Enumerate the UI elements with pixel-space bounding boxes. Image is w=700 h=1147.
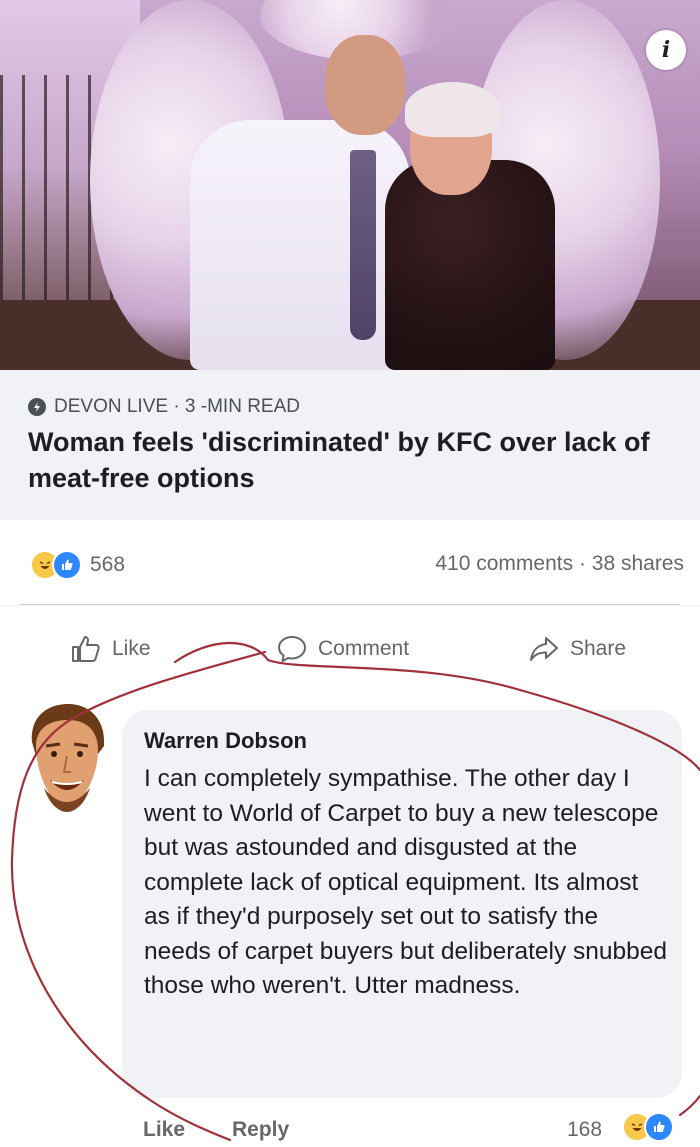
comment-reaction-count[interactable]: 168 <box>567 1118 602 1142</box>
post-actions: Like Comment Share <box>0 606 700 690</box>
comment-icon <box>278 636 306 662</box>
article-headline[interactable]: Woman feels 'discriminated' by KFC over … <box>28 424 678 496</box>
comment-text: I can completely sympathise. The other d… <box>144 765 668 999</box>
post-stats: 568 410 comments · 38 shares <box>0 520 700 605</box>
comment-label: Comment <box>318 637 410 660</box>
comment-reaction-icons <box>622 1112 674 1142</box>
article-source: DEVON LIVE · 3 -MIN READ <box>28 396 300 418</box>
comment-like-button[interactable]: Like <box>143 1118 185 1142</box>
man-tie <box>350 150 376 340</box>
stats-divider <box>20 604 680 605</box>
reaction-summary[interactable]: 568 <box>30 550 125 580</box>
share-label: Share <box>570 637 627 660</box>
comment-button[interactable]: Comment <box>276 634 409 664</box>
like-button[interactable]: Like <box>70 634 151 664</box>
like-reaction-icon <box>52 550 82 580</box>
comment-reply-button[interactable]: Reply <box>232 1118 289 1142</box>
avatar[interactable] <box>24 702 108 814</box>
share-arrow-icon <box>530 637 558 661</box>
comment-section: Warren Dobson I can completely sympathis… <box>0 690 700 1147</box>
comment-author[interactable]: Warren Dobson <box>144 728 307 754</box>
like-reaction-icon <box>644 1112 674 1142</box>
share-button[interactable]: Share <box>528 634 626 664</box>
info-icon[interactable]: i <box>646 30 686 70</box>
source-text: DEVON LIVE · 3 -MIN READ <box>54 396 300 417</box>
woman-hair <box>405 82 500 137</box>
like-label: Like <box>112 637 151 660</box>
man-head <box>325 35 405 135</box>
link-preview[interactable]: DEVON LIVE · 3 -MIN READ Woman feels 'di… <box>0 370 700 520</box>
reaction-count: 568 <box>90 553 126 576</box>
woman-figure <box>385 160 555 370</box>
man-figure <box>190 120 410 370</box>
source-icon <box>28 398 46 416</box>
post-photo[interactable]: i <box>0 0 700 370</box>
thumbs-up-icon <box>72 636 100 662</box>
comment-bubble: Warren Dobson I can completely sympathis… <box>122 710 682 1098</box>
comments-shares-count[interactable]: 410 comments · 38 shares <box>435 552 684 576</box>
